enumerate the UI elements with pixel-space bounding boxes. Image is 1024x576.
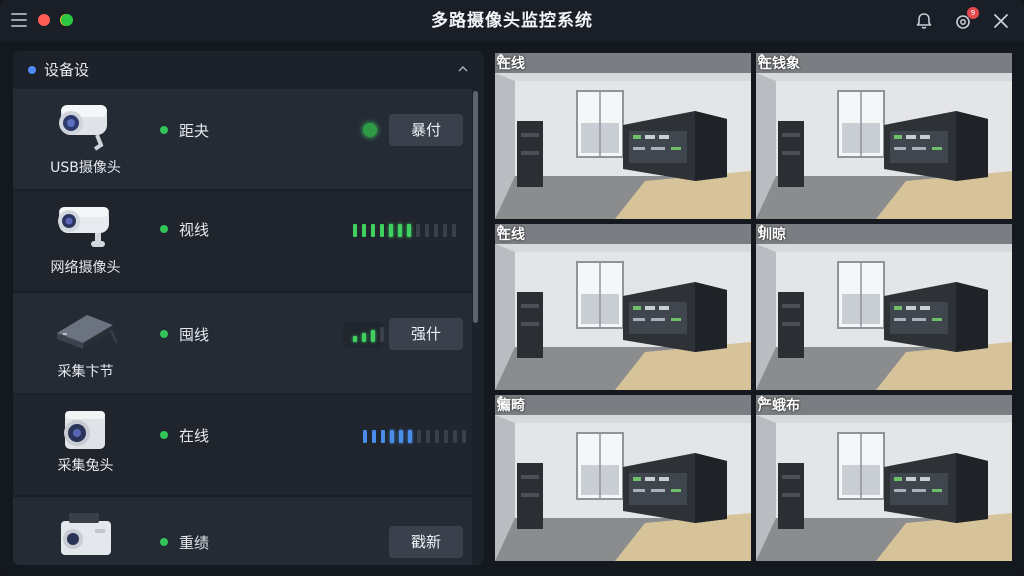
- signal-bar: [362, 224, 366, 237]
- camcorder-icon: [61, 513, 111, 555]
- signal-bar: [380, 224, 384, 237]
- signal-bar: [408, 430, 412, 443]
- signal-strength-bar: [353, 423, 466, 449]
- box-camera-icon: [64, 411, 105, 449]
- device-action-button[interactable]: 暴付: [389, 114, 463, 146]
- signal-bar: [398, 224, 402, 237]
- refresh-icon[interactable]: [756, 395, 768, 407]
- device-status: 囤线: [179, 326, 210, 344]
- signal-bar: [453, 430, 457, 443]
- online-status-dot: [160, 330, 168, 338]
- device-row[interactable]: 网络摄像头 视线: [13, 191, 472, 293]
- panel-accent-dot: [28, 66, 36, 74]
- notification-badge: 9: [967, 7, 979, 19]
- device-row[interactable]: 重绩 戳新: [13, 497, 472, 565]
- signal-bar: [390, 430, 394, 443]
- device-row[interactable]: USB摄像头 距夬 暴付: [13, 89, 472, 191]
- panel-header[interactable]: 设备设: [13, 51, 484, 89]
- signal-strength-bar: [343, 217, 463, 243]
- device-list: USB摄像头 距夬 暴付 网络摄像头 视线 采集卞节 囤线 强什 采集兔头 在线…: [13, 89, 472, 565]
- refresh-icon[interactable]: [495, 53, 507, 65]
- camera-feed[interactable]: 圳晾: [756, 224, 1012, 390]
- signal-bar: [435, 430, 439, 443]
- signal-bar: [417, 430, 421, 443]
- signal-bar: [452, 224, 456, 237]
- signal-bar: [353, 224, 357, 237]
- camera-feed[interactable]: 产蛾布: [756, 395, 1012, 561]
- device-status: 重绩: [179, 534, 210, 552]
- signal-bar: [371, 224, 375, 237]
- bell-icon[interactable]: [914, 11, 934, 31]
- refresh-icon[interactable]: [756, 53, 768, 65]
- camera-feed[interactable]: 在线: [495, 53, 751, 219]
- online-status-dot: [160, 431, 168, 439]
- signal-bar: [399, 430, 403, 443]
- online-status-dot: [160, 538, 168, 546]
- chevron-up-icon[interactable]: [457, 63, 469, 75]
- signal-bar: [434, 224, 438, 237]
- device-status: 在线: [179, 427, 210, 445]
- signal-bar: [407, 224, 411, 237]
- device-status: 距夬: [179, 122, 210, 140]
- camera-scene: [756, 395, 1012, 561]
- device-name: 网络摄像头: [50, 260, 121, 276]
- camera-scene: [756, 224, 1012, 390]
- device-action-button[interactable]: 戳新: [389, 526, 463, 558]
- signal-strength-bar: [343, 322, 384, 348]
- online-status-dot: [160, 126, 168, 134]
- signal-bar: [363, 430, 367, 443]
- title-bar: 多路摄像头监控系统 9: [0, 0, 1024, 42]
- device-action-button[interactable]: 强什: [389, 318, 463, 350]
- panel-title: 设备设: [44, 61, 90, 79]
- scrollbar[interactable]: [473, 91, 478, 323]
- device-name: 采集兔头: [57, 458, 114, 474]
- camera-feed[interactable]: 在线: [495, 224, 751, 390]
- signal-bar: [380, 327, 384, 342]
- signal-bar: [462, 430, 466, 443]
- refresh-icon[interactable]: [756, 224, 768, 236]
- refresh-icon[interactable]: [495, 224, 507, 236]
- signal-bar: [416, 224, 420, 237]
- device-panel: 设备设 USB摄像头 距夬 暴付 网络摄像头 视线 采集卞节 囤线 强什 采集兔…: [13, 51, 484, 565]
- network-camera-icon: [58, 207, 109, 247]
- signal-bar: [426, 430, 430, 443]
- camera-feed[interactable]: 在钱象: [756, 53, 1012, 219]
- device-status: 视线: [179, 221, 210, 239]
- signal-bar: [443, 224, 447, 237]
- signal-bar: [444, 430, 448, 443]
- device-name: 采集卞节: [57, 364, 114, 380]
- device-name: USB摄像头: [50, 160, 121, 176]
- online-status-dot: [160, 225, 168, 233]
- status-led: [363, 123, 377, 137]
- close-icon[interactable]: [991, 11, 1011, 31]
- camera-scene: [756, 53, 1012, 219]
- camera-feed[interactable]: 瘺畸: [495, 395, 751, 561]
- window-title: 多路摄像头监控系统: [431, 11, 593, 31]
- capture-card-icon: [57, 315, 117, 349]
- camera-scene: [495, 224, 751, 390]
- refresh-icon[interactable]: [495, 395, 507, 407]
- camera-scene: [495, 53, 751, 219]
- signal-bar: [389, 224, 393, 237]
- device-row[interactable]: 采集卞节 囤线 强什: [13, 293, 472, 395]
- signal-bar: [371, 330, 375, 342]
- signal-bar: [353, 336, 357, 342]
- signal-bar: [372, 430, 376, 443]
- camera-scene: [495, 395, 751, 561]
- signal-bar: [425, 224, 429, 237]
- signal-bar: [362, 333, 366, 342]
- device-row[interactable]: 采集兔头 在线: [13, 395, 472, 497]
- usb-camera-icon: [59, 105, 107, 151]
- app-window: 多路摄像头监控系统 9 设备设 USB摄像头 距夬 暴付 网络摄像头 视线 采集…: [0, 0, 1024, 576]
- signal-bar: [381, 430, 385, 443]
